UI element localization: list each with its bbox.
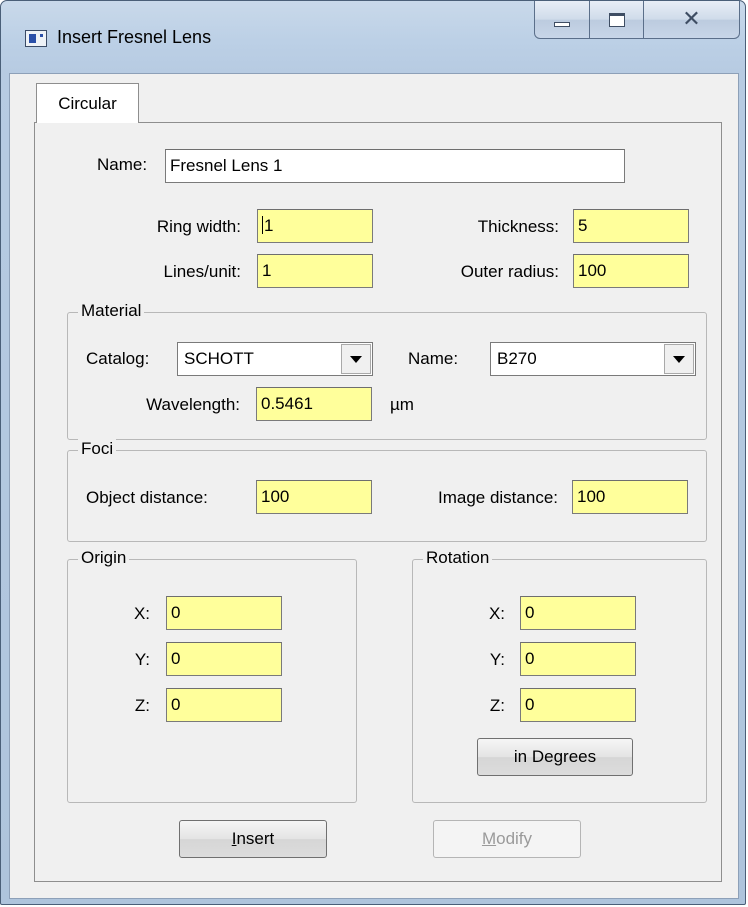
glass-name-selected: B270 xyxy=(497,349,537,368)
foci-legend: Foci xyxy=(78,439,117,459)
rotation-x-value: 0 xyxy=(525,603,535,622)
outer-radius-value: 100 xyxy=(578,261,607,280)
modify-button[interactable]: Modify xyxy=(433,820,581,858)
catalog-selected: SCHOTT xyxy=(184,349,254,368)
material-legend: Material xyxy=(78,301,145,321)
outer-radius-label: Outer radius: xyxy=(460,262,559,281)
wavelength-label: Wavelength: xyxy=(146,395,240,414)
origin-z-label: Z: xyxy=(134,696,150,715)
rotation-legend: Rotation xyxy=(423,548,493,568)
ring-width-value: 1 xyxy=(264,216,274,235)
chevron-down-icon[interactable] xyxy=(341,344,371,374)
rotation-y-label: Y: xyxy=(489,650,505,669)
text-caret xyxy=(262,216,263,234)
origin-legend: Origin xyxy=(78,548,130,568)
rotation-group: Rotation X: 0 Y: 0 Z: 0 in Degrees xyxy=(412,548,707,803)
tab-circular[interactable]: Circular xyxy=(36,83,139,123)
minimize-button[interactable] xyxy=(534,1,590,39)
maximize-button[interactable] xyxy=(590,1,644,39)
maximize-icon xyxy=(608,12,625,27)
wavelength-unit: µm xyxy=(390,395,414,414)
thickness-field[interactable]: 5 xyxy=(573,209,689,243)
origin-z-value: 0 xyxy=(171,695,181,714)
dialog-window: Insert Fresnel Lens ✕ Circular Name: Fre… xyxy=(0,0,746,905)
origin-x-field[interactable]: 0 xyxy=(166,596,282,630)
glass-name-label: Name: xyxy=(408,349,459,368)
foci-group: Foci Object distance: 100 Image distance… xyxy=(67,439,707,542)
ring-width-label: Ring width: xyxy=(156,217,241,236)
rotation-units-button[interactable]: in Degrees xyxy=(477,738,633,776)
close-button[interactable]: ✕ xyxy=(644,1,740,39)
app-icon[interactable] xyxy=(25,30,47,47)
chevron-down-icon[interactable] xyxy=(664,344,694,374)
object-distance-value: 100 xyxy=(261,487,290,506)
thickness-value: 5 xyxy=(578,216,588,235)
rotation-y-value: 0 xyxy=(525,649,535,668)
origin-x-label: X: xyxy=(133,604,150,623)
rotation-y-field[interactable]: 0 xyxy=(520,642,636,676)
minimize-icon xyxy=(554,22,570,27)
rotation-z-field[interactable]: 0 xyxy=(520,688,636,722)
lines-per-unit-label: Lines/unit: xyxy=(163,262,242,281)
window-title: Insert Fresnel Lens xyxy=(57,27,212,47)
close-icon: ✕ xyxy=(682,6,701,32)
title-bar[interactable]: Insert Fresnel Lens ✕ xyxy=(1,1,745,73)
insert-label-rest: nsert xyxy=(236,829,275,848)
origin-x-value: 0 xyxy=(171,603,181,622)
modify-access-key: M xyxy=(481,829,497,848)
insert-button[interactable]: Insert xyxy=(179,820,327,858)
image-distance-value: 100 xyxy=(577,487,606,506)
image-distance-label: Image distance: xyxy=(437,488,558,507)
modify-label-rest: odify xyxy=(496,829,533,848)
image-distance-field[interactable]: 100 xyxy=(572,480,688,514)
caption-buttons: ✕ xyxy=(534,1,740,39)
origin-y-value: 0 xyxy=(171,649,181,668)
glass-name-dropdown[interactable]: B270 xyxy=(490,342,696,376)
origin-y-label: Y: xyxy=(134,650,150,669)
catalog-dropdown[interactable]: SCHOTT xyxy=(177,342,373,376)
object-distance-label: Object distance: xyxy=(86,488,208,507)
rotation-x-label: X: xyxy=(488,604,505,623)
wavelength-field[interactable]: 0.5461 xyxy=(256,387,372,421)
rotation-z-label: Z: xyxy=(489,696,505,715)
lens-name-value: Fresnel Lens 1 xyxy=(170,156,283,175)
material-group: Material Catalog: SCHOTT Name: B270 Wave… xyxy=(67,301,707,440)
catalog-label: Catalog: xyxy=(86,349,150,368)
rotation-x-field[interactable]: 0 xyxy=(520,596,636,630)
rotation-z-value: 0 xyxy=(525,695,535,714)
object-distance-field[interactable]: 100 xyxy=(256,480,372,514)
origin-z-field[interactable]: 0 xyxy=(166,688,282,722)
tab-panel-circular: Name: Fresnel Lens 1 Ring width: 1 Thick… xyxy=(34,122,722,882)
lines-per-unit-value: 1 xyxy=(262,261,272,280)
thickness-label: Thickness: xyxy=(477,217,559,236)
dialog-client-area: Circular Name: Fresnel Lens 1 Ring width… xyxy=(9,73,739,899)
outer-radius-field[interactable]: 100 xyxy=(573,254,689,288)
origin-y-field[interactable]: 0 xyxy=(166,642,282,676)
lens-name-field[interactable]: Fresnel Lens 1 xyxy=(165,149,625,183)
wavelength-value: 0.5461 xyxy=(261,394,313,413)
lens-name-label: Name: xyxy=(97,155,148,174)
origin-group: Origin X: 0 Y: 0 Z: 0 xyxy=(67,548,357,803)
